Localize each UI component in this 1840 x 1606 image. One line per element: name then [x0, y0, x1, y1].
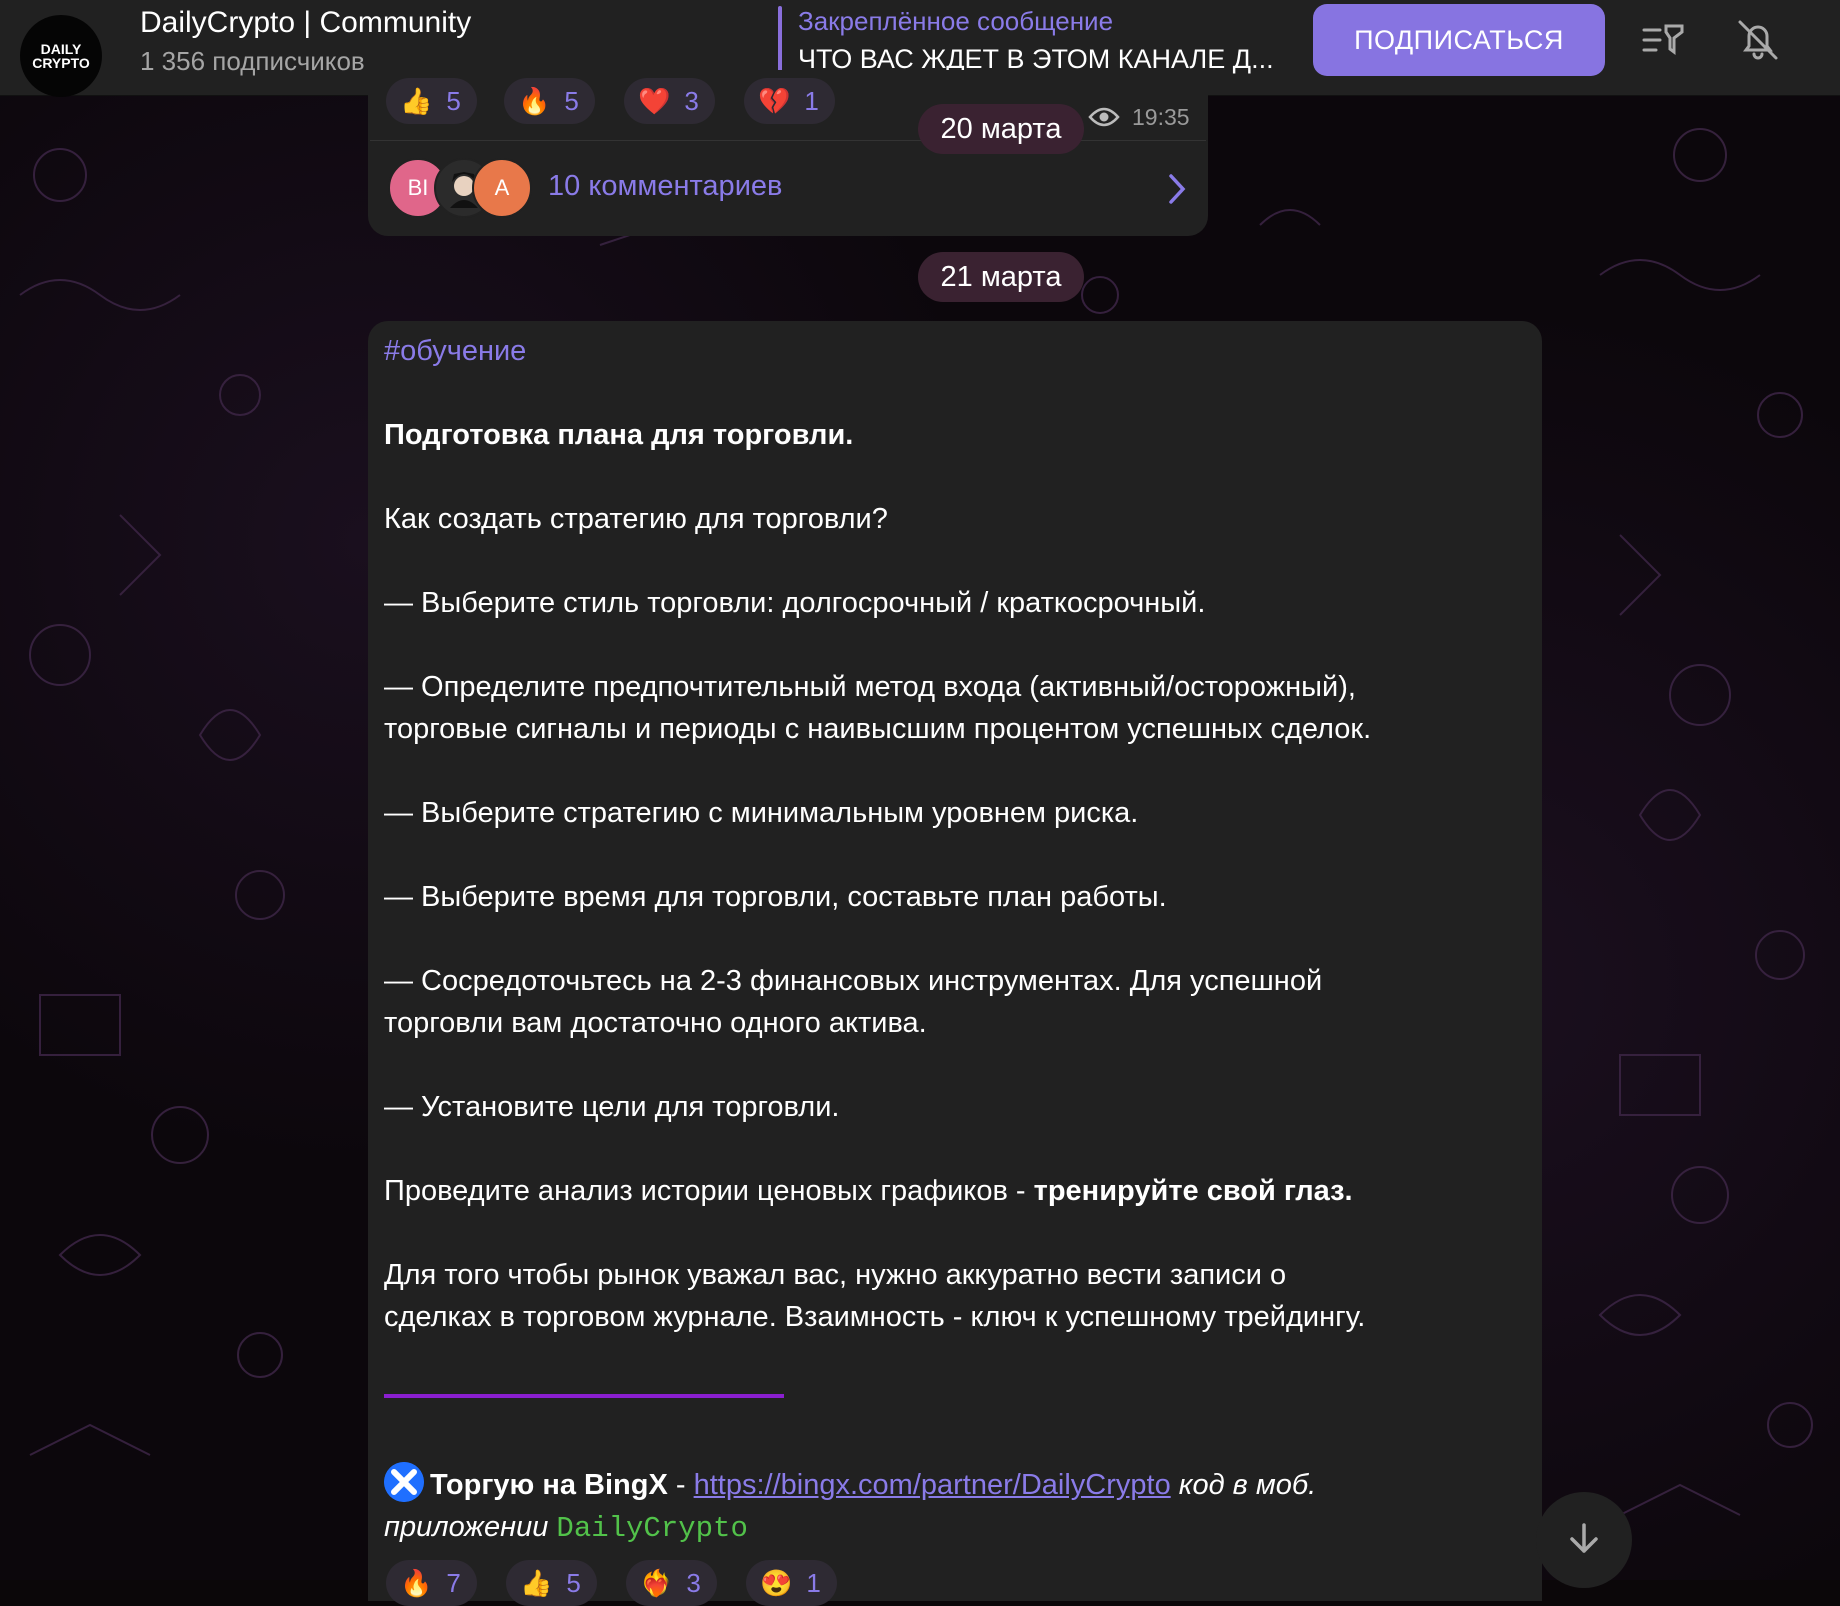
reaction-count: 3	[686, 1567, 701, 1598]
bell-off-icon[interactable]	[1734, 16, 1782, 64]
date-separator: 21 марта	[918, 252, 1084, 302]
post-bullet: — Установите цели для торговли.	[384, 1091, 840, 1123]
partner-link[interactable]: https://bingx.com/partner/DailyCrypto	[694, 1469, 1171, 1501]
reaction-emoji: 💔	[758, 85, 791, 116]
comments-link[interactable]: 10 комментариев	[548, 170, 782, 203]
reaction-count: 7	[446, 1567, 461, 1598]
arrow-down-icon	[1570, 1522, 1598, 1553]
post-bullet: — Определите предпочтительный метод вход…	[384, 671, 1356, 703]
reaction-chip[interactable]: 😍 1	[746, 1560, 837, 1606]
promo-bold-text: Торгую на BingX	[430, 1469, 668, 1501]
reaction-emoji: 👍	[400, 85, 433, 116]
commenter-avatar: A	[472, 158, 532, 218]
reaction-chip[interactable]: ❤️ 3	[624, 78, 715, 124]
reaction-count: 1	[804, 85, 819, 116]
post-bullet: — Выберите стиль торговли: долгосрочный …	[384, 587, 1206, 619]
reaction-count: 5	[566, 1567, 581, 1598]
post-bullet-continued: торговые сигналы и периоды с наивысшим п…	[384, 713, 1372, 745]
reaction-emoji: ❤️	[638, 85, 671, 116]
post-analysis-line: Проведите анализ истории ценовых графико…	[384, 1170, 1353, 1212]
post-time: 19:35	[1132, 104, 1190, 130]
avatar-text-daily: DAILY	[40, 41, 82, 57]
chevron-right-icon[interactable]	[1165, 172, 1189, 206]
eye-icon	[1088, 107, 1120, 127]
avatar-text-crypto: CRYPTO	[32, 55, 90, 71]
pinned-indicator	[778, 6, 782, 78]
reaction-emoji: 🔥	[400, 1567, 433, 1598]
reaction-chip[interactable]: 👍 5	[386, 78, 477, 124]
promo-italic-text: код в моб.	[1170, 1469, 1317, 1501]
pinned-label[interactable]: Закреплённое сообщение	[798, 6, 1113, 37]
reaction-chip[interactable]: 🔥 7	[386, 1560, 477, 1606]
reaction-count: 5	[446, 85, 461, 116]
post-hashtag[interactable]: #обучение	[384, 330, 526, 372]
post-bullet: — Выберите время для торговли, составьте…	[384, 881, 1167, 913]
promo-line: Торгую на BingX - https://bingx.com/part…	[384, 1462, 1317, 1506]
reaction-count: 1	[806, 1567, 821, 1598]
promo-line-continued: приложении DailyCrypto	[384, 1506, 748, 1550]
post-journal-line: Для того чтобы рынок уважал вас, нужно а…	[384, 1259, 1287, 1291]
reaction-emoji: ❤️‍🔥	[640, 1567, 673, 1598]
post-bullet: — Сосредоточьтесь на 2-3 финансовых инст…	[384, 965, 1323, 997]
channel-avatar[interactable]: DAILY CRYPTO	[20, 15, 102, 97]
settings-filter-icon[interactable]	[1640, 16, 1688, 64]
promo-code[interactable]: DailyCrypto	[556, 1512, 747, 1545]
subscribe-button[interactable]: ПОДПИСАТЬСЯ	[1313, 4, 1605, 76]
post-bullet-continued: торговли вам достаточно одного актива.	[384, 1007, 927, 1039]
post-journal-line: сделках в торговом журнале. Взаимность -…	[384, 1301, 1366, 1333]
reaction-emoji: 🔥	[518, 85, 551, 116]
subscriber-count: 1 356 подписчиков	[140, 46, 365, 76]
reaction-chip[interactable]: 👍 5	[506, 1560, 597, 1606]
reaction-count: 5	[564, 85, 579, 116]
post-bullet: — Выберите стратегию с минимальным уровн…	[384, 797, 1139, 829]
reaction-chip[interactable]: ❤️‍🔥 3	[626, 1560, 717, 1606]
promo-italic-text: приложении	[384, 1511, 549, 1543]
reaction-count: 3	[684, 85, 699, 116]
reaction-chip[interactable]: 💔 1	[744, 78, 835, 124]
date-separator: 20 марта	[918, 104, 1084, 154]
post-heading: Подготовка плана для торговли.	[384, 419, 854, 451]
promo-separator: -	[667, 1469, 694, 1501]
analysis-text: Проведите анализ истории ценовых графико…	[384, 1175, 1034, 1207]
scroll-to-bottom-button[interactable]	[1536, 1492, 1632, 1588]
reaction-chip[interactable]: 🔥 5	[504, 78, 595, 124]
channel-title[interactable]: DailyCrypto | Community	[140, 6, 471, 40]
decorative-divider	[384, 1394, 784, 1398]
reaction-emoji: 👍	[520, 1567, 553, 1598]
analysis-bold-text: тренируйте свой глаз.	[1033, 1175, 1353, 1207]
bingx-logo-icon	[384, 1462, 424, 1503]
reaction-emoji: 😍	[760, 1567, 793, 1598]
post-question: Как создать стратегию для торговли?	[384, 503, 888, 535]
